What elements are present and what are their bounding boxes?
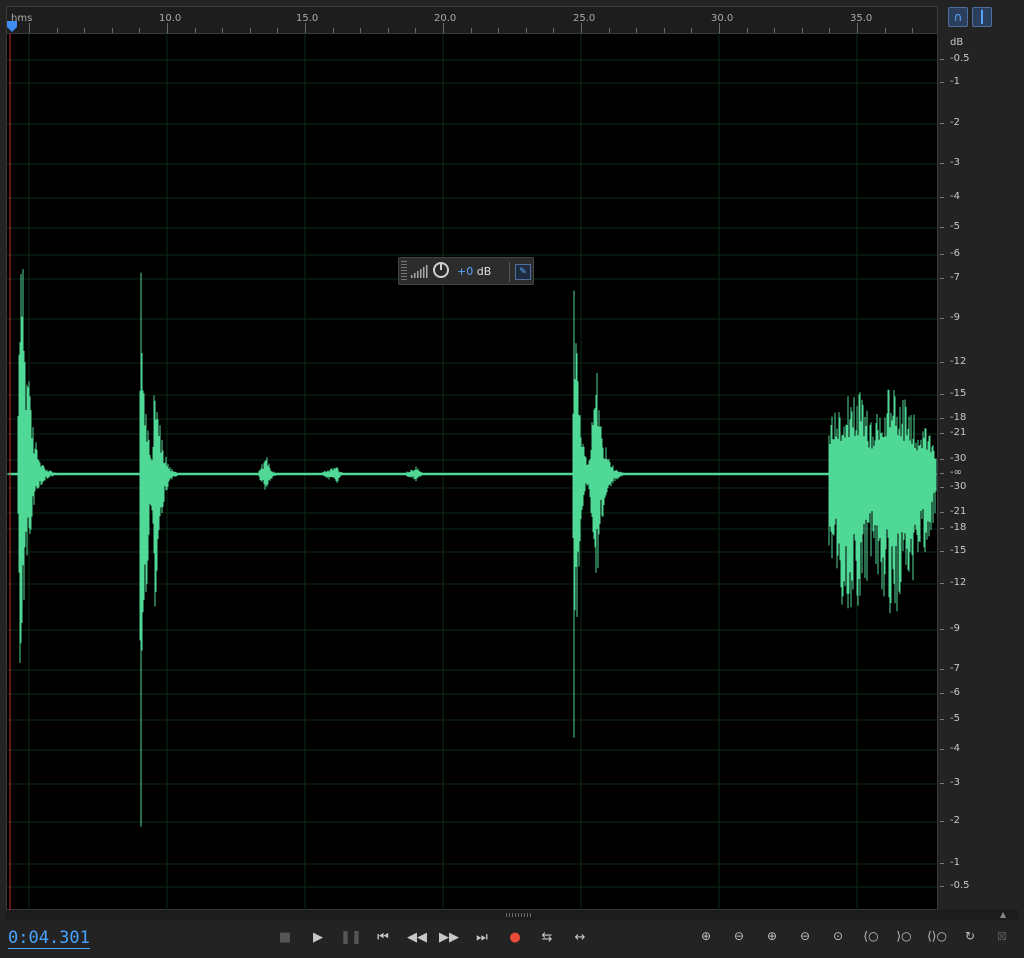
go-to-start-button[interactable]: ⏮ (372, 930, 394, 945)
ruler-label: 35.0 (850, 13, 873, 24)
play-icon: ▶ (313, 930, 323, 945)
db-label: -∞ (950, 467, 962, 478)
stop-icon: ■ (278, 930, 292, 945)
playhead-marker-icon[interactable] (6, 17, 18, 33)
db-label: -15 (950, 388, 967, 399)
zoom-in-point-icon: ⟨○ (863, 929, 879, 943)
db-label: -1 (950, 76, 960, 87)
ruler-label: 15.0 (296, 13, 319, 24)
zoom-full-icon: ⊙ (832, 929, 844, 943)
db-label: -5 (950, 713, 960, 724)
zoom-reset-icon: ↻ (964, 929, 976, 943)
db-unit-label: dB (950, 37, 964, 48)
db-label: -12 (950, 356, 967, 367)
loop-button[interactable]: ⇆ (536, 930, 558, 945)
db-label: -9 (950, 312, 960, 323)
fast-forward-button[interactable]: ▶▶ (438, 930, 460, 945)
ruler-label: 30.0 (711, 13, 734, 24)
zoom-to-clip-button[interactable]: ⊠ (990, 929, 1014, 943)
db-label: -2 (950, 815, 960, 826)
zoom-in-amplitude-button[interactable]: ⊕ (694, 929, 718, 943)
db-label: -2 (950, 117, 960, 128)
play-button[interactable]: ▶ (307, 930, 329, 945)
zoom-out-amplitude-button[interactable]: ⊖ (727, 929, 751, 943)
db-label: -18 (950, 412, 967, 423)
zoom-selection-icon: ⟨⟩○ (927, 929, 947, 943)
amplitude-knob[interactable] (433, 262, 449, 278)
ruler-tools: ∩ ┃ (946, 7, 996, 29)
zoom-clip-icon: ⊠ (996, 929, 1008, 943)
zoom-out-point-icon: ⟩○ (896, 929, 912, 943)
zoom-reset-button[interactable]: ↻ (958, 929, 982, 943)
db-label: -9 (950, 623, 960, 634)
zoom-out-time-button[interactable]: ⊖ (793, 929, 817, 943)
db-label: -3 (950, 157, 960, 168)
transport-bar: 0:04.301 ■ ▶ ❚❚ ⏮ ◀◀ ▶▶ ⏭ ● ⇆ ↔ ⊕ ⊖ ⊕ ⊖ … (0, 920, 1024, 958)
db-label: -4 (950, 743, 960, 754)
db-label: -1 (950, 857, 960, 868)
rewind-button[interactable]: ◀◀ (406, 930, 428, 945)
scrollbar-grip[interactable] (506, 913, 532, 917)
amplitude-ruler[interactable]: dB -0.5 -1 -2 -3 -4 -5 -6 -7 -9 -12 -15 -18 -21 -30 -∞… (940, 33, 1024, 910)
waveform-editor[interactable]: hms 10.0 15.0 20.0 25.0 30.0 35.0 (6, 6, 938, 910)
db-label: -6 (950, 248, 960, 259)
db-label: -30 (950, 481, 967, 492)
amplitude-hud[interactable]: +0 dB ✎ (398, 257, 534, 285)
zoom-out-full-button[interactable]: ⊙ (826, 929, 850, 943)
waveform-display[interactable] (7, 34, 937, 910)
pause-button[interactable]: ❚❚ (340, 930, 362, 945)
zoom-in-at-out-point-button[interactable]: ⟩○ (892, 929, 916, 943)
db-label: -0.5 (950, 880, 970, 891)
ruler-label: 20.0 (434, 13, 457, 24)
db-label: -4 (950, 191, 960, 202)
pin-hud-icon[interactable]: ✎ (515, 264, 531, 280)
db-label: -30 (950, 453, 967, 464)
zoom-in-time-button[interactable]: ⊕ (760, 929, 784, 943)
db-label: -6 (950, 687, 960, 698)
level-bars-icon (411, 265, 428, 278)
skip-forward-icon: ⏭ (476, 930, 488, 945)
db-label: -21 (950, 427, 967, 438)
amplitude-value[interactable]: +0 dB (457, 265, 491, 278)
stop-button[interactable]: ■ (274, 930, 296, 945)
drag-grip-icon[interactable] (401, 261, 407, 281)
zoom-out-time-icon: ⊖ (799, 929, 811, 943)
zoom-in-at-in-point-button[interactable]: ⟨○ (859, 929, 883, 943)
skip-selection-button[interactable]: ↔ (569, 930, 591, 945)
time-ruler[interactable]: hms 10.0 15.0 20.0 25.0 30.0 35.0 (7, 7, 937, 34)
divider (509, 262, 510, 282)
horizontal-scrollbar[interactable]: ▲ (6, 910, 1018, 920)
db-label: -7 (950, 272, 960, 283)
skip-selection-icon: ↔ (574, 930, 586, 945)
scroll-up-icon[interactable]: ▲ (1000, 910, 1006, 919)
db-label: -12 (950, 577, 967, 588)
ruler-label: 10.0 (159, 13, 182, 24)
zoom-to-selection-button[interactable]: ⟨⟩○ (925, 929, 949, 943)
snap-magnet-icon[interactable]: ∩ (948, 7, 968, 27)
record-button[interactable]: ● (504, 930, 526, 945)
skip-back-icon: ⏮ (377, 930, 389, 945)
db-label: -18 (950, 522, 967, 533)
db-label: -0.5 (950, 53, 970, 64)
db-label: -3 (950, 777, 960, 788)
marker-pin-icon[interactable]: ┃ (972, 7, 992, 27)
pause-icon: ❚❚ (340, 930, 362, 945)
fast-forward-icon: ▶▶ (439, 930, 459, 945)
time-display[interactable]: 0:04.301 (8, 928, 90, 949)
loop-icon: ⇆ (541, 930, 553, 945)
zoom-in-time-icon: ⊕ (766, 929, 778, 943)
ruler-label: 25.0 (573, 13, 596, 24)
zoom-out-amplitude-icon: ⊖ (733, 929, 745, 943)
db-label: -5 (950, 221, 960, 232)
db-label: -15 (950, 545, 967, 556)
waveform (8, 269, 937, 827)
db-label: -21 (950, 506, 967, 517)
record-icon: ● (509, 930, 521, 945)
go-to-end-button[interactable]: ⏭ (471, 930, 493, 945)
zoom-in-amplitude-icon: ⊕ (700, 929, 712, 943)
rewind-icon: ◀◀ (407, 930, 427, 945)
db-label: -7 (950, 663, 960, 674)
